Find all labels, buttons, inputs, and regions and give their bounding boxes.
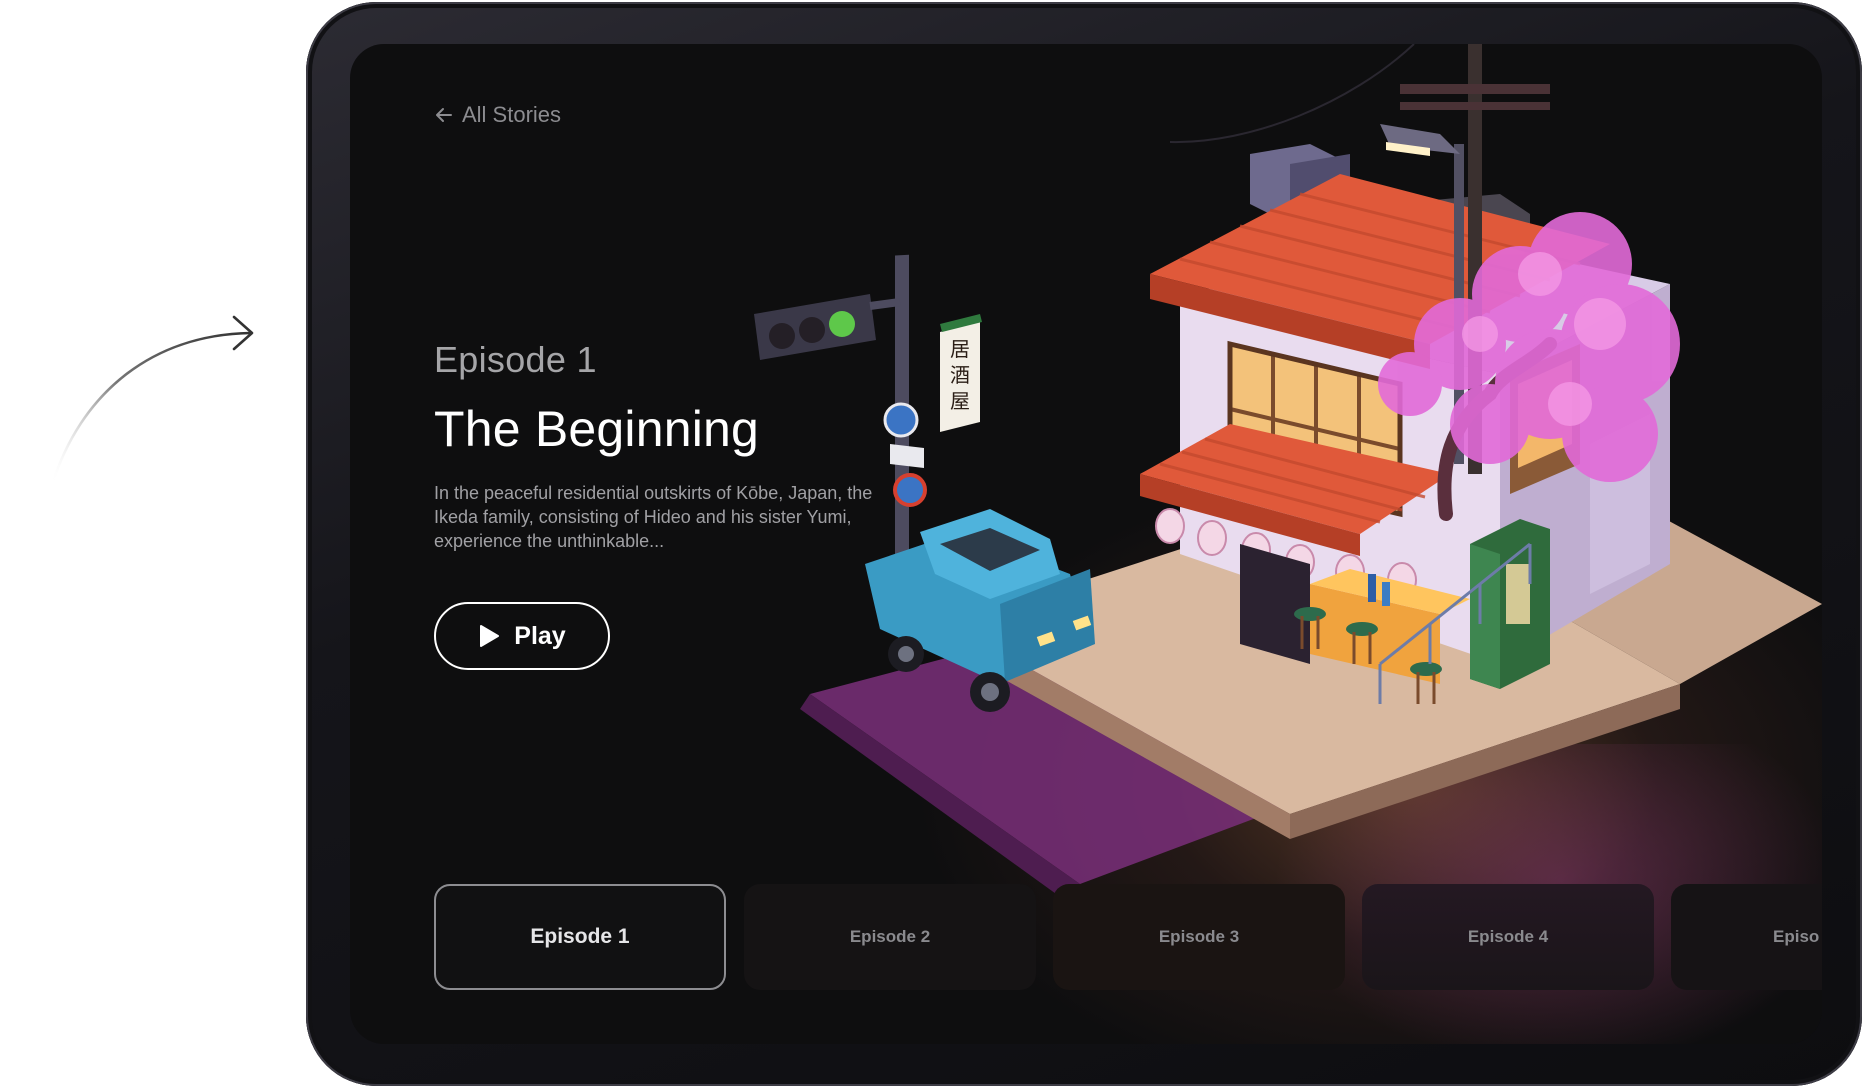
episode-card-label: Episode 1	[530, 925, 630, 948]
presentation-stage: 居 酒 屋 All Stories Episode 1 The Beginnin…	[0, 0, 1864, 1088]
episode-card-5[interactable]: Episo	[1671, 884, 1822, 990]
episode-description: In the peaceful residential outskirts of…	[434, 483, 873, 551]
pointer-arrow-icon	[50, 315, 254, 487]
episode-card-label: Episode 2	[849, 927, 931, 946]
episode-card-label: Episo	[1773, 927, 1820, 946]
episode-card-2[interactable]: Episode 2	[744, 884, 1036, 990]
svg-text:酒: 酒	[950, 363, 970, 387]
play-icon	[480, 625, 500, 647]
app-screen: 居 酒 屋 All Stories Episode 1 The Beginnin…	[350, 44, 1822, 1044]
episode-card-label: Episode 3	[1158, 927, 1240, 946]
all-stories-link[interactable]: All Stories	[434, 102, 561, 128]
svg-text:居: 居	[950, 337, 970, 361]
episode-title: The Beginning	[434, 401, 760, 457]
episode-card-1[interactable]: Episode 1	[434, 884, 726, 990]
episode-card-3[interactable]: Episode 3	[1053, 884, 1345, 990]
episode-card-label: Episode 4	[1467, 927, 1549, 946]
play-button[interactable]: Play	[434, 602, 610, 670]
episode-carousel: Episode 1 Episode 2 Episode 3 Episode 4 …	[434, 884, 1822, 990]
arrow-left-icon	[436, 108, 452, 122]
all-stories-label: All Stories	[462, 102, 562, 127]
play-label: Play	[514, 621, 566, 650]
episode-number: Episode 1	[434, 339, 597, 380]
episode-card-4[interactable]: Episode 4	[1362, 884, 1654, 990]
svg-text:屋: 屋	[950, 389, 970, 413]
